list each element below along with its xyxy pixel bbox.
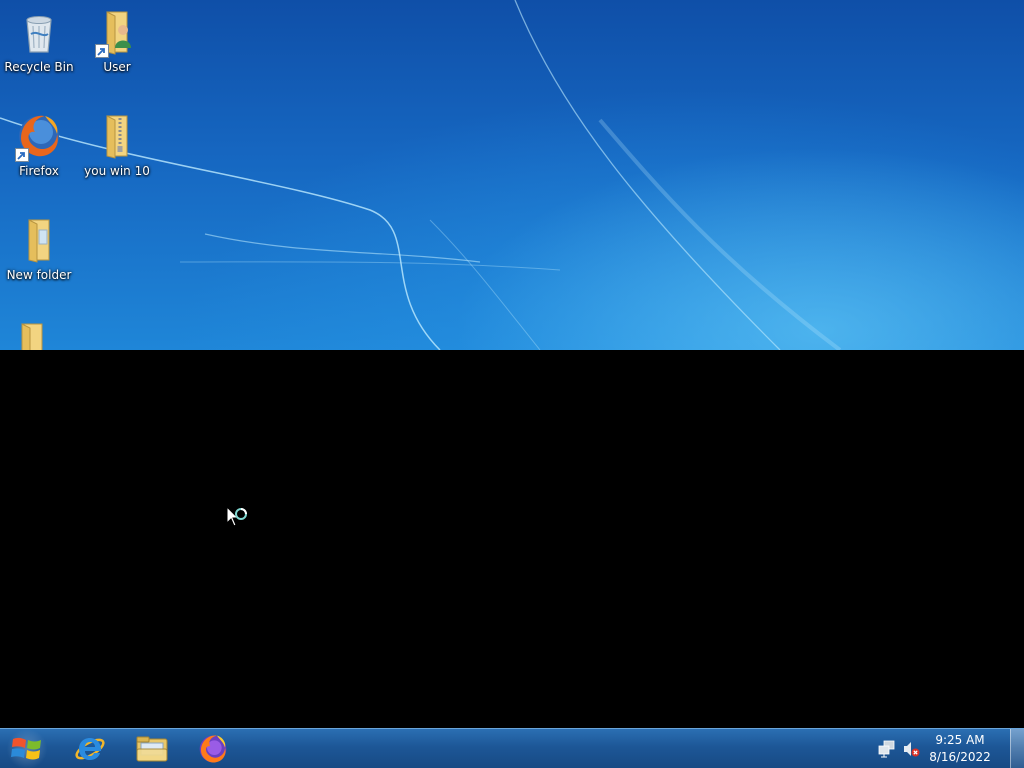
shortcut-arrow-icon	[15, 148, 29, 162]
busy-cursor-icon	[226, 506, 247, 527]
internet-explorer-icon	[75, 738, 105, 760]
folder-icon	[21, 323, 43, 350]
desktop-icon-new-folder[interactable]: New folder	[1, 210, 77, 296]
file-explorer-icon	[136, 736, 168, 762]
desktop-icon-user[interactable]: User	[79, 2, 155, 88]
notification-area: 9:25 AM 8/16/2022	[866, 729, 1006, 768]
firefox-icon	[199, 735, 227, 763]
taskbar-pin-internet-explorer[interactable]	[62, 730, 118, 768]
desktop-icon-label: New folder	[6, 268, 72, 282]
volume-muted-icon[interactable]	[902, 740, 920, 758]
taskbar-pin-file-explorer[interactable]	[123, 730, 179, 768]
folder-icon	[28, 219, 50, 263]
desktop-wallpaper[interactable]: Recycle Bin User Firefox you win 10 New …	[0, 0, 1024, 350]
desktop-icon-recycle-bin[interactable]: Recycle Bin	[1, 2, 77, 88]
taskbar-pin-firefox[interactable]	[185, 730, 241, 768]
desktop-icon-label: User	[103, 60, 131, 74]
start-button[interactable]	[0, 729, 54, 768]
shortcut-arrow-icon	[95, 44, 109, 58]
blank-screen-region	[0, 350, 1024, 728]
desktop-icon-label: Firefox	[19, 164, 59, 178]
clock-date[interactable]: 8/16/2022	[920, 750, 1000, 764]
recycle-bin-icon	[26, 16, 52, 53]
desktop-icon-folder[interactable]	[0, 314, 70, 350]
desktop-icon-label: Recycle Bin	[4, 60, 74, 74]
clock-time[interactable]: 9:25 AM	[920, 733, 1000, 747]
network-icon[interactable]	[878, 740, 896, 758]
desktop-icon-firefox[interactable]: Firefox	[1, 106, 77, 192]
taskbar: 9:25 AM 8/16/2022	[0, 728, 1024, 768]
zip-folder-icon	[106, 115, 128, 159]
desktop-icon-you-win-10[interactable]: you win 10	[79, 106, 155, 192]
desktop-icon-label: you win 10	[84, 164, 150, 178]
show-desktop-button[interactable]	[1010, 729, 1024, 768]
windows-logo-icon	[11, 737, 41, 760]
